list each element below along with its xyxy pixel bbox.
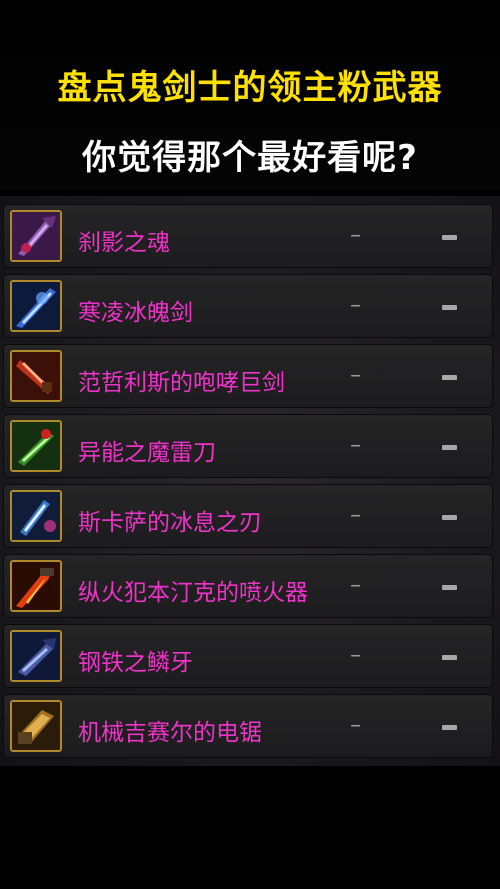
list-item[interactable]: 斯卡萨的冰息之刃 – [3,484,493,548]
lightning-blade-icon [10,420,62,472]
page-title: 盘点鬼剑士的领主粉武器 [57,68,443,108]
great-sword-icon [10,350,62,402]
list-item[interactable]: 寒凌冰魄剑 – [3,274,493,338]
weapon-name: 钢铁之鳞牙 [78,650,193,676]
header: 盘点鬼剑士的领主粉武器 你觉得那个最好看呢? [0,0,500,190]
stat-dash: – [350,643,361,668]
weapon-name: 寒凌冰魄剑 [78,300,193,326]
minus-icon [442,725,457,730]
minus-icon [442,305,457,310]
list-item[interactable]: 机械吉赛尔的电锯 – [3,694,493,758]
stat-dash: – [350,223,361,248]
dark-blade-icon [10,210,62,262]
list-item[interactable]: 刹影之魂 – [3,204,493,268]
minus-icon [442,655,457,660]
stat-dash: – [350,363,361,388]
page-subtitle: 你觉得那个最好看呢? [82,138,418,178]
weapon-name: 纵火犯本汀克的喷火器 [78,580,308,606]
frost-blade-icon [10,490,62,542]
stat-dash: – [350,433,361,458]
weapon-name: 机械吉赛尔的电锯 [78,720,262,746]
list-item[interactable]: 钢铁之鳞牙 – [3,624,493,688]
minus-icon [442,375,457,380]
chainsaw-icon [10,700,62,752]
minus-icon [442,445,457,450]
list-item[interactable]: 纵火犯本汀克的喷火器 – [3,554,493,618]
minus-icon [442,515,457,520]
stat-dash: – [350,293,361,318]
weapon-name: 刹影之魂 [78,230,170,256]
minus-icon [442,235,457,240]
weapon-name: 范哲利斯的咆哮巨剑 [78,370,285,396]
stat-dash: – [350,573,361,598]
steel-fang-icon [10,630,62,682]
list-item[interactable]: 范哲利斯的咆哮巨剑 – [3,344,493,408]
minus-icon [442,585,457,590]
ice-sword-icon [10,280,62,332]
flamethrower-icon [10,560,62,612]
list-item[interactable]: 异能之魔雷刀 – [3,414,493,478]
weapon-name: 异能之魔雷刀 [78,440,216,466]
weapon-name: 斯卡萨的冰息之刃 [78,510,262,536]
stat-dash: – [350,503,361,528]
stat-dash: – [350,713,361,738]
